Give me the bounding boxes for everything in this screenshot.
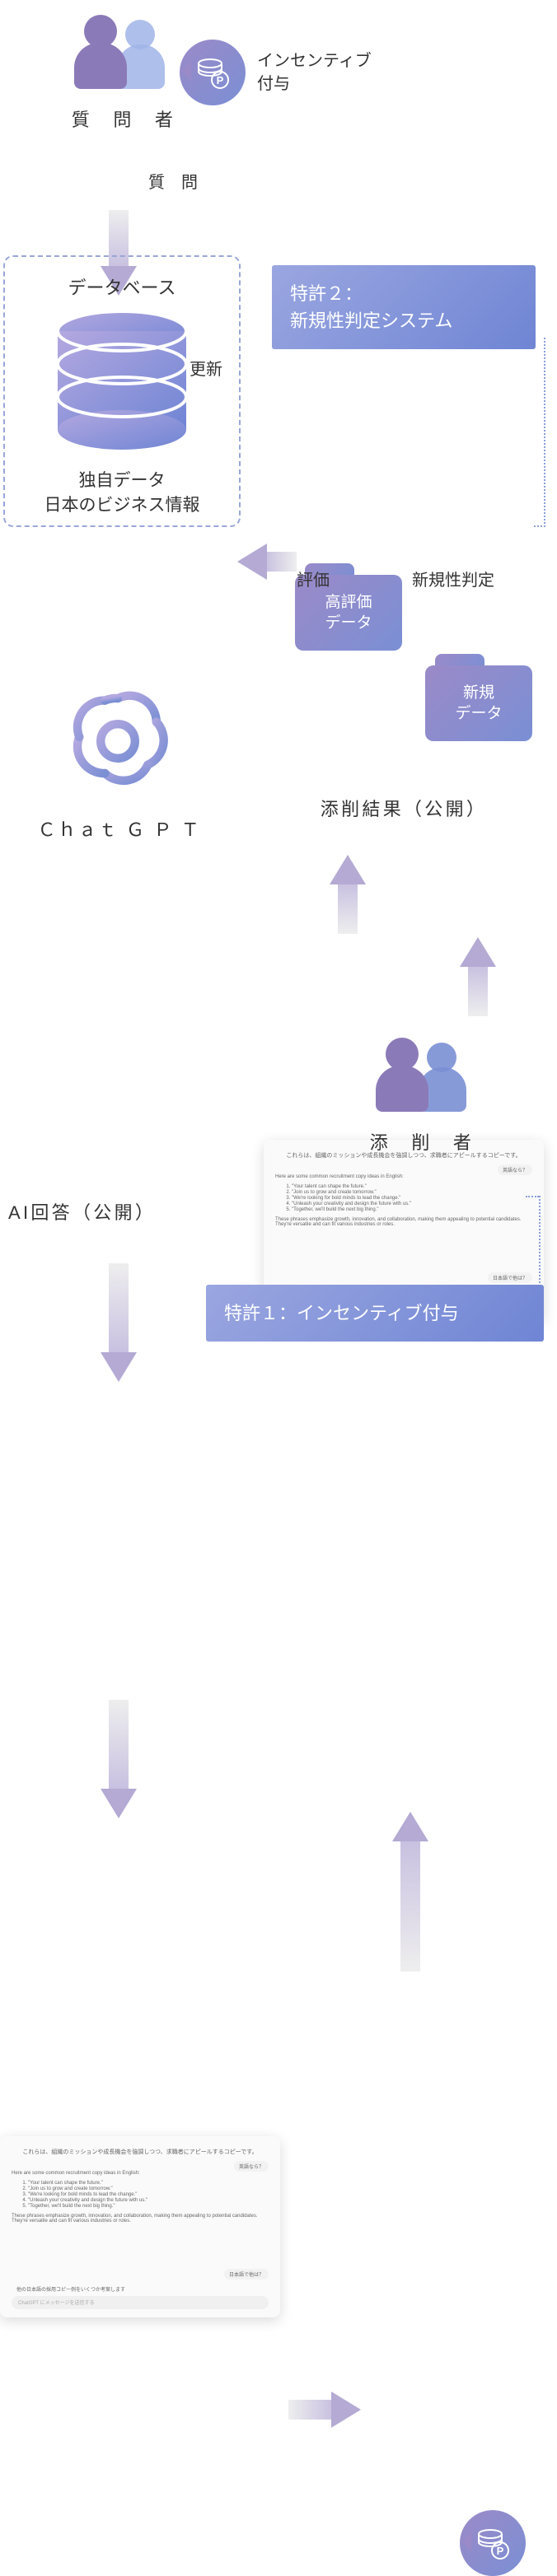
database-subtitle2: 日本のビジネス情報 (15, 492, 229, 516)
patent2-box: 特許２： 新規性判定システム (272, 265, 536, 349)
mock2-footer: These phrases emphasize growth, innovati… (12, 2214, 269, 2224)
svg-text:P: P (217, 74, 224, 86)
reviewer-label: 添 削 者 (356, 1128, 488, 1155)
dotted-connector2 (539, 1196, 541, 1286)
dotted-connector2-top (526, 1196, 539, 1197)
mock-list: "Your talent can shape the future." "Joi… (292, 1184, 532, 1212)
arrow-update (237, 544, 297, 580)
questioner-label: 質 問 者 (58, 105, 190, 132)
arrow-answer-reviewer (288, 2392, 363, 2428)
incentive-text: インセンティブ 付与 (257, 49, 372, 96)
review-result-label: 添削結果（公開） (272, 795, 536, 821)
arrow-eval (330, 852, 366, 934)
mock2-list: "Your talent can shape the future." "Joi… (28, 2181, 269, 2209)
dotted-connector (544, 338, 545, 527)
mock-intro: Here are some common recruitment copy id… (275, 1174, 532, 1179)
arrow-novelty-label: 新規性判定 (412, 567, 494, 590)
reviewer-incentive-bubble: P (460, 2510, 526, 2576)
questioner-icon (74, 15, 165, 89)
arrow-gpt-answer (101, 1700, 137, 1823)
database-title: データベース (15, 273, 229, 300)
arrow-novelty (460, 934, 496, 1016)
mock2-pill1: 英語なら？ (234, 2161, 269, 2172)
database-icon (52, 308, 192, 456)
folder-new-label: 新規 データ (455, 674, 502, 724)
folder-high-label: 高評価 データ (325, 583, 372, 633)
mock2-input: ChatGPT にメッセージを送信する (12, 2296, 269, 2309)
database-box: データベース 独自データ 日本のビジネス情報 (3, 255, 241, 527)
mock-pill2: 日本語で他は？ (488, 1272, 532, 1283)
incentive-bubble-icon: P (180, 40, 246, 105)
database-subtitle1: 独自データ (15, 467, 229, 492)
mock2-prompt: 他の日本語の採用コピー例をいくつか考案します (16, 2285, 125, 2293)
folder-new: 新規 データ (425, 654, 532, 744)
reviewer-icon (376, 1038, 466, 1112)
arrow-reviewer-result (392, 1807, 428, 1972)
chatgpt-icon (64, 688, 171, 795)
mock-footer: These phrases emphasize growth, innovati… (275, 1217, 532, 1227)
chatgpt-label: Ｃｈａｔ Ｇ Ｐ Ｔ (33, 815, 206, 842)
mock2-intro: Here are some common recruitment copy id… (12, 2171, 269, 2176)
dotted-connector-end (534, 525, 545, 527)
mock2-header: これらは、組織のミッションや成長機会を強調しつつ、求職者にアピールするコピーです… (12, 2148, 269, 2156)
ai-answer-label: AI回答（公開） (8, 1198, 255, 1225)
mock-pill1: 英語なら？ (498, 1164, 532, 1175)
svg-text:P: P (497, 2545, 504, 2557)
arrow-db-gpt (101, 1263, 137, 1387)
arrow-update-label: 更新 (190, 356, 222, 380)
patent1-box: 特許１：インセンティブ付与 (206, 1285, 544, 1342)
ai-answer-mock: これらは、組織のミッションや成長機会を強調しつつ、求職者にアピールするコピーです… (0, 2136, 280, 2317)
arrow-question-label: 質 問 (148, 169, 198, 193)
mock2-pill2: 日本語で他は？ (224, 2269, 269, 2280)
